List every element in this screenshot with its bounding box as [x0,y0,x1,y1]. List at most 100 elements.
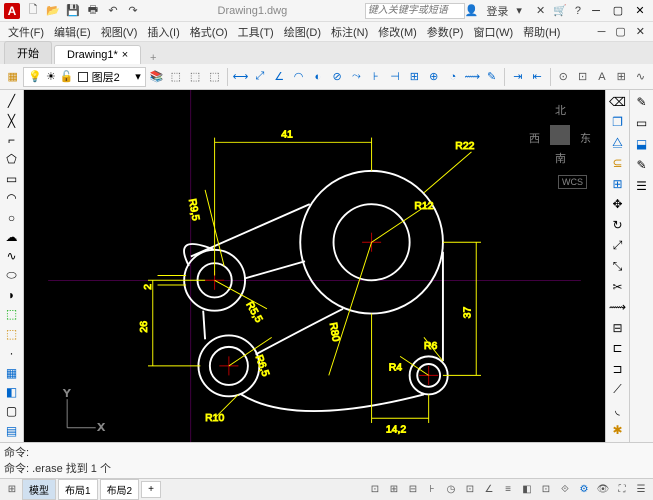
close-button[interactable]: ✕ [631,4,649,18]
scale-icon[interactable]: ⤢ [608,236,628,256]
dim-tolerance-icon[interactable]: ⊞ [406,67,423,87]
dim-ordinate-icon[interactable]: ⊦ [367,67,384,87]
open-icon[interactable]: 📂 [46,4,60,18]
menu-modify[interactable]: 修改(M) [374,22,421,42]
erase-icon[interactable]: ⌫ [608,92,628,112]
compass-west[interactable]: 西 [529,130,540,146]
ellipse-arc-icon[interactable]: ◗ [2,286,22,304]
minimize-button[interactable]: ─ [587,4,605,18]
command-line[interactable]: 命令: 命令: .erase 找到 1 个 ▷键入命令 [0,442,653,478]
login-link[interactable]: 登录 [486,3,508,19]
grid-icon[interactable]: ⊞ [386,482,402,498]
compass-north[interactable]: 北 [555,102,566,118]
menu-parametric[interactable]: 参数(P) [423,22,468,42]
menu-help[interactable]: 帮助(H) [519,22,564,42]
doc-restore-icon[interactable]: ▢ [611,23,629,40]
new-icon[interactable]: 🗋 [26,4,40,18]
rotate-icon[interactable]: ↻ [608,215,628,235]
menu-format[interactable]: 格式(O) [186,22,232,42]
hatch-icon[interactable]: ▦ [2,363,22,381]
dim-arc-icon[interactable]: ◠ [290,67,307,87]
customize-icon[interactable]: ☰ [633,482,649,498]
polar-icon[interactable]: ◷ [443,482,459,498]
viewcube-top[interactable] [550,125,570,145]
annomon-icon[interactable]: 👁 [595,482,611,498]
stretch-icon[interactable]: ⤡ [608,256,628,276]
redo-icon[interactable]: ↷ [126,4,140,18]
chamfer-icon[interactable]: ⟋ [608,379,628,399]
revcloud-icon[interactable]: ☁ [2,228,22,246]
line-icon[interactable]: ╱ [2,92,22,110]
dim-break-icon[interactable]: ⊣ [386,67,403,87]
layer-selector[interactable]: 💡 ☀ 🔓 图层2 ▾ [23,67,145,87]
menu-draw[interactable]: 绘图(D) [280,22,325,42]
app-logo[interactable]: A [4,3,20,19]
undo-icon[interactable]: ↶ [106,4,120,18]
gradient-icon[interactable]: ◧ [2,383,22,401]
layer-states-icon[interactable]: 📚 [148,67,165,87]
layer-match-icon[interactable]: ⬚ [206,67,223,87]
layout2-tab[interactable]: 布局2 [100,479,140,500]
table-icon[interactable]: ▤ [2,422,22,440]
menu-insert[interactable]: 插入(I) [143,22,183,42]
point-icon[interactable]: · [2,344,22,362]
layout-add-tab[interactable]: + [141,481,161,498]
fillet-icon[interactable]: ◟ [608,400,628,420]
dim-edit-icon[interactable]: ✎ [483,67,500,87]
arc-icon[interactable]: ◠ [2,189,22,207]
menu-tools[interactable]: 工具(T) [234,22,278,42]
rectangle-icon[interactable]: ▭ [2,170,22,188]
constraint-coincident-icon[interactable]: ⊙ [555,67,572,87]
dim-diameter-icon[interactable]: ⊘ [328,67,345,87]
dropdown-icon[interactable]: ▾ [516,4,522,17]
tab-close-icon[interactable]: × [122,49,128,61]
join-icon[interactable]: ⊐ [608,359,628,379]
ortho-icon[interactable]: ⊦ [424,482,440,498]
compass-south[interactable]: 南 [555,150,566,166]
dim-joggedlin-icon[interactable]: ⟿ [464,67,481,87]
maximize-button[interactable]: ▢ [609,4,627,18]
polyline-icon[interactable]: ⌐ [2,131,22,149]
help-icon[interactable]: ? [575,5,581,17]
menu-window[interactable]: 窗口(W) [469,22,517,42]
region-icon[interactable]: ▢ [2,402,22,420]
snap-icon[interactable]: ⊟ [405,482,421,498]
circle-icon[interactable]: ○ [2,208,22,226]
dim-jogged-icon[interactable]: ⤳ [348,67,365,87]
dim-linear-icon[interactable]: ⟷ [232,67,249,87]
layer-iso-icon[interactable]: ⬚ [167,67,184,87]
print-icon[interactable]: 🖶 [86,4,100,18]
props-icon[interactable]: ⬓ [632,134,652,154]
menu-file[interactable]: 文件(F) [4,22,48,42]
menu-view[interactable]: 视图(V) [97,22,142,42]
dim-aligned-icon[interactable]: ⤢ [251,67,268,87]
break-point-icon[interactable]: ⊟ [608,318,628,338]
break-icon[interactable]: ⊏ [608,338,628,358]
polygon-icon[interactable]: ⬠ [2,150,22,168]
modelspace-icon[interactable]: ⊡ [367,482,383,498]
layout1-tab[interactable]: 布局1 [58,479,98,500]
cart-icon[interactable]: 🛒 [553,4,567,17]
extend-icon[interactable]: ⟿ [608,297,628,317]
dim-center-icon[interactable]: ⊕ [425,67,442,87]
otrack-icon[interactable]: ∠ [481,482,497,498]
dim-inspect-icon[interactable]: ◔ [444,67,461,87]
tab-drawing1[interactable]: Drawing1*× [54,45,141,64]
cleanscreen-icon[interactable]: ⛶ [614,482,630,498]
layer-props-icon[interactable]: ▦ [4,67,21,87]
make-block-icon[interactable]: ⬚ [2,325,22,343]
text-icon[interactable]: A [593,67,610,87]
spline-icon[interactable]: ∿ [2,247,22,265]
ellipse-icon[interactable]: ⬭ [2,267,22,285]
move-icon[interactable]: ✥ [608,195,628,215]
insert-block-icon[interactable]: ⬚ [2,305,22,323]
tab-add-button[interactable]: + [143,52,163,64]
doc-close-icon[interactable]: ✕ [632,23,649,40]
dim-continue-icon[interactable]: ⇥ [509,67,526,87]
construction-line-icon[interactable]: ╳ [2,111,22,129]
dim-radius-icon[interactable]: ◐ [309,67,326,87]
draworder-icon[interactable]: ☰ [632,176,652,196]
save-icon[interactable]: 💾 [66,4,80,18]
doc-minimize-icon[interactable]: ─ [594,24,610,40]
tab-start[interactable]: 开始 [4,41,52,64]
